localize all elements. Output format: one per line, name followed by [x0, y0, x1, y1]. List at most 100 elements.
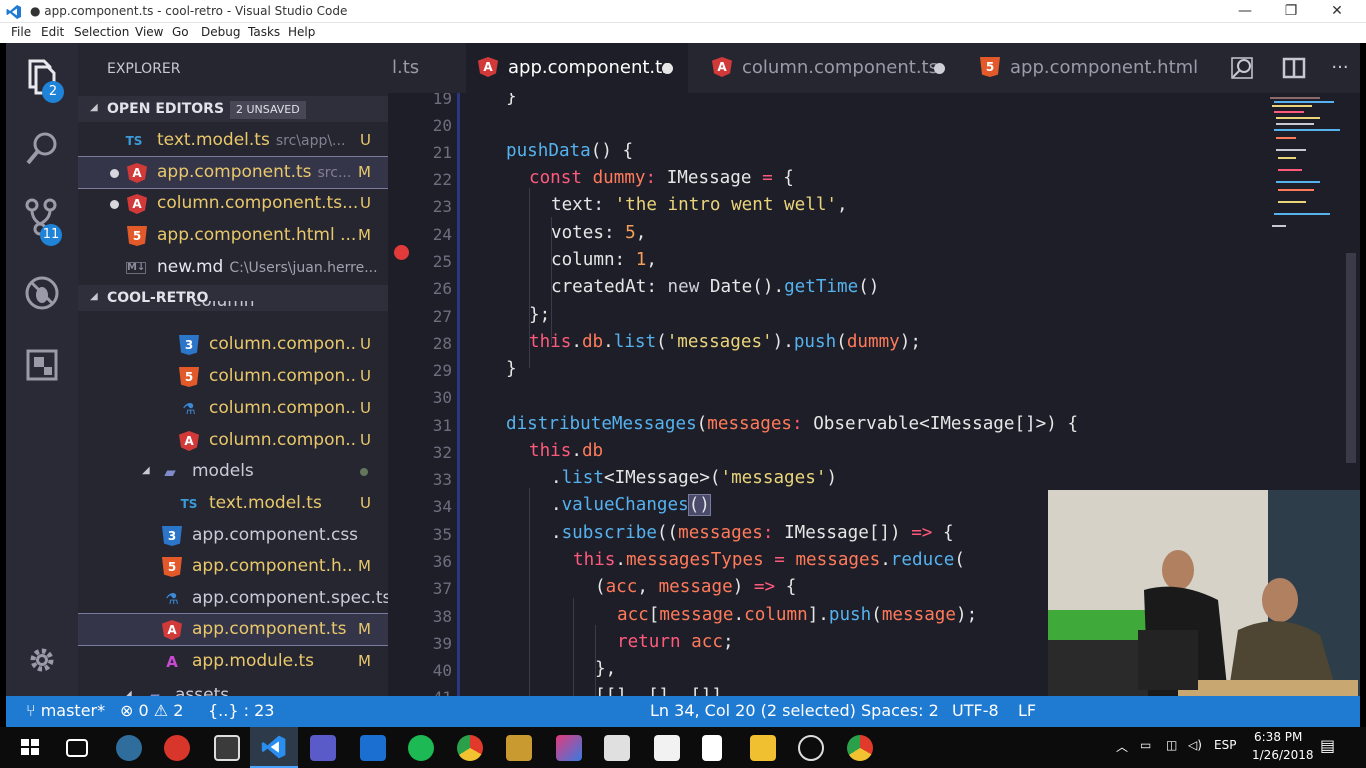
- tree-item[interactable]: 5 column.compon.. U: [78, 361, 388, 392]
- task-view-icon[interactable]: [66, 739, 88, 757]
- open-editor-item[interactable]: M↓ new.md C:\Users\juan.herre...: [78, 252, 388, 283]
- file-explorer-icon[interactable]: [750, 735, 776, 761]
- browser-app-icon[interactable]: [116, 735, 142, 761]
- open-editor-item[interactable]: A app.component.ts src... M: [78, 156, 388, 189]
- angular-file-icon: A: [478, 57, 498, 77]
- tree-item[interactable]: 3 column.compon.. U: [78, 329, 388, 360]
- tree-item[interactable]: A app.module.ts M: [78, 646, 388, 677]
- tray-volume-icon[interactable]: ◁): [1188, 738, 1202, 752]
- more-actions-icon[interactable]: ···: [1328, 56, 1352, 80]
- tray-display-icon[interactable]: ◫: [1166, 738, 1177, 752]
- line-number: 35: [432, 525, 452, 544]
- chrome-app-icon-2[interactable]: [847, 735, 873, 761]
- file-name: column.compon..: [209, 430, 357, 450]
- windows-start-icon[interactable]: [18, 735, 42, 761]
- menu-edit[interactable]: Edit: [41, 25, 64, 39]
- scm-activity[interactable]: 11: [20, 195, 64, 246]
- open-editor-file: text.model.ts src\app\...: [157, 130, 345, 150]
- tree-item[interactable]: ⚗ column.compon.. U: [78, 393, 388, 424]
- tree-item[interactable]: 3 app.component.css: [78, 520, 388, 551]
- terminal-app-icon[interactable]: [214, 735, 240, 761]
- search-activity[interactable]: [20, 127, 64, 171]
- tree-folder-assets[interactable]: ◢ ▰ assets: [78, 680, 388, 696]
- notifications-icon[interactable]: ▤: [1320, 736, 1335, 755]
- tab-app-component-ts[interactable]: A app.component.ts: [466, 43, 688, 93]
- briefcase-app-icon[interactable]: [506, 735, 532, 761]
- git-status: M: [358, 163, 371, 181]
- line-number: 25: [432, 252, 452, 271]
- minimize-button[interactable]: —: [1222, 0, 1268, 23]
- open-editors-header[interactable]: ◢ OPEN EDITORS 2 UNSAVED: [78, 96, 388, 122]
- tree-folder-models[interactable]: ◢ ▰ models: [78, 456, 388, 487]
- debug-activity[interactable]: [20, 271, 64, 315]
- unsaved-dot-icon: [662, 63, 673, 74]
- tree-item[interactable]: TS text.model.ts U: [78, 488, 388, 519]
- document-app-icon[interactable]: [702, 735, 722, 761]
- menu-view[interactable]: View: [135, 25, 163, 39]
- explorer-activity[interactable]: 2: [20, 55, 64, 103]
- file-path: C:\Users\juan.herre...: [229, 260, 378, 276]
- minimap-line: [1274, 129, 1340, 131]
- problems-indicator[interactable]: ⊗ 0 ⚠ 2: [120, 701, 183, 720]
- notepad-app-icon[interactable]: [654, 735, 680, 761]
- open-editor-item[interactable]: TS text.model.ts src\app\... U: [78, 125, 388, 156]
- spec-file-icon: ⚗: [165, 590, 179, 608]
- open-editor-item[interactable]: A column.component.ts... U: [78, 188, 388, 219]
- indentation-setting[interactable]: Spaces: 2: [861, 701, 939, 720]
- folder-row-column[interactable]: column: [78, 301, 388, 315]
- split-editor-icon[interactable]: [1282, 56, 1306, 80]
- menu-file[interactable]: File: [11, 25, 31, 39]
- minimap[interactable]: [1270, 93, 1340, 233]
- language-indicator[interactable]: ESP: [1214, 738, 1236, 752]
- spotify-app-icon[interactable]: [408, 735, 434, 761]
- obs-app-icon[interactable]: [798, 735, 824, 761]
- code-line: return acc;: [617, 632, 734, 652]
- code-line: }: [506, 359, 517, 379]
- tab-hidden-ts[interactable]: l.ts: [388, 43, 458, 93]
- cursor-position[interactable]: Ln 34, Col 20 (2 selected): [650, 701, 856, 720]
- tray-network-icon[interactable]: ▭: [1140, 738, 1151, 752]
- tray-chevron-icon[interactable]: ︿: [1116, 738, 1128, 755]
- minimap-line: [1276, 117, 1320, 119]
- tree-item-selected[interactable]: A app.component.ts M: [78, 613, 388, 646]
- tree-item[interactable]: ⚗ app.component.spec.ts: [78, 583, 388, 614]
- teams-app-icon[interactable]: [310, 735, 336, 761]
- outlook-app-icon[interactable]: [360, 735, 386, 761]
- branch-indicator[interactable]: ⑂ master*: [26, 701, 105, 720]
- minimap-line: [1274, 111, 1304, 113]
- code-line: column: 1,: [551, 250, 657, 270]
- open-editor-item[interactable]: 5 app.component.html ... M: [78, 220, 388, 251]
- code-line: };: [529, 305, 551, 325]
- menu-go[interactable]: Go: [172, 25, 189, 39]
- menu-help[interactable]: Help: [288, 25, 315, 39]
- close-button[interactable]: ✕: [1314, 0, 1360, 23]
- scm-badge: 11: [40, 224, 62, 246]
- breakpoint-icon[interactable]: [394, 245, 409, 260]
- extensions-activity[interactable]: [20, 343, 64, 387]
- vscode-taskbar-button[interactable]: [250, 727, 298, 768]
- eol-setting[interactable]: LF: [1018, 701, 1036, 720]
- code-line: this.messagesTypes = messages.reduce(: [573, 550, 965, 570]
- maximize-button[interactable]: ❐: [1268, 0, 1314, 23]
- tab-app-component-html[interactable]: 5 app.component.html: [964, 43, 1200, 93]
- gitkraken-app-icon[interactable]: [556, 735, 582, 761]
- indent-guide: [573, 598, 574, 696]
- chrome-app-icon[interactable]: [457, 735, 483, 761]
- tree-item[interactable]: 5 app.component.h.. M: [78, 551, 388, 582]
- tab-column-component-ts[interactable]: A column.component.ts: [694, 43, 956, 93]
- tree-item[interactable]: A column.compon.. U: [78, 425, 388, 456]
- ruby-app-icon[interactable]: [164, 735, 190, 761]
- sidebar-title: EXPLORER: [107, 61, 181, 77]
- open-changes-icon[interactable]: [1230, 56, 1254, 80]
- clock-date[interactable]: 1/26/2018: [1252, 748, 1314, 762]
- menu-tasks[interactable]: Tasks: [248, 25, 280, 39]
- encoding-setting[interactable]: UTF-8: [952, 701, 999, 720]
- settings-activity[interactable]: [20, 638, 64, 682]
- files-app-icon[interactable]: [604, 735, 630, 761]
- minimap-line: [1278, 189, 1314, 191]
- editor-scrollbar-thumb[interactable]: [1346, 253, 1356, 463]
- menu-debug[interactable]: Debug: [201, 25, 240, 39]
- clock-time[interactable]: 6:38 PM: [1254, 730, 1302, 744]
- menu-selection[interactable]: Selection: [74, 25, 129, 39]
- brace-indicator[interactable]: {..} : 23: [208, 701, 274, 720]
